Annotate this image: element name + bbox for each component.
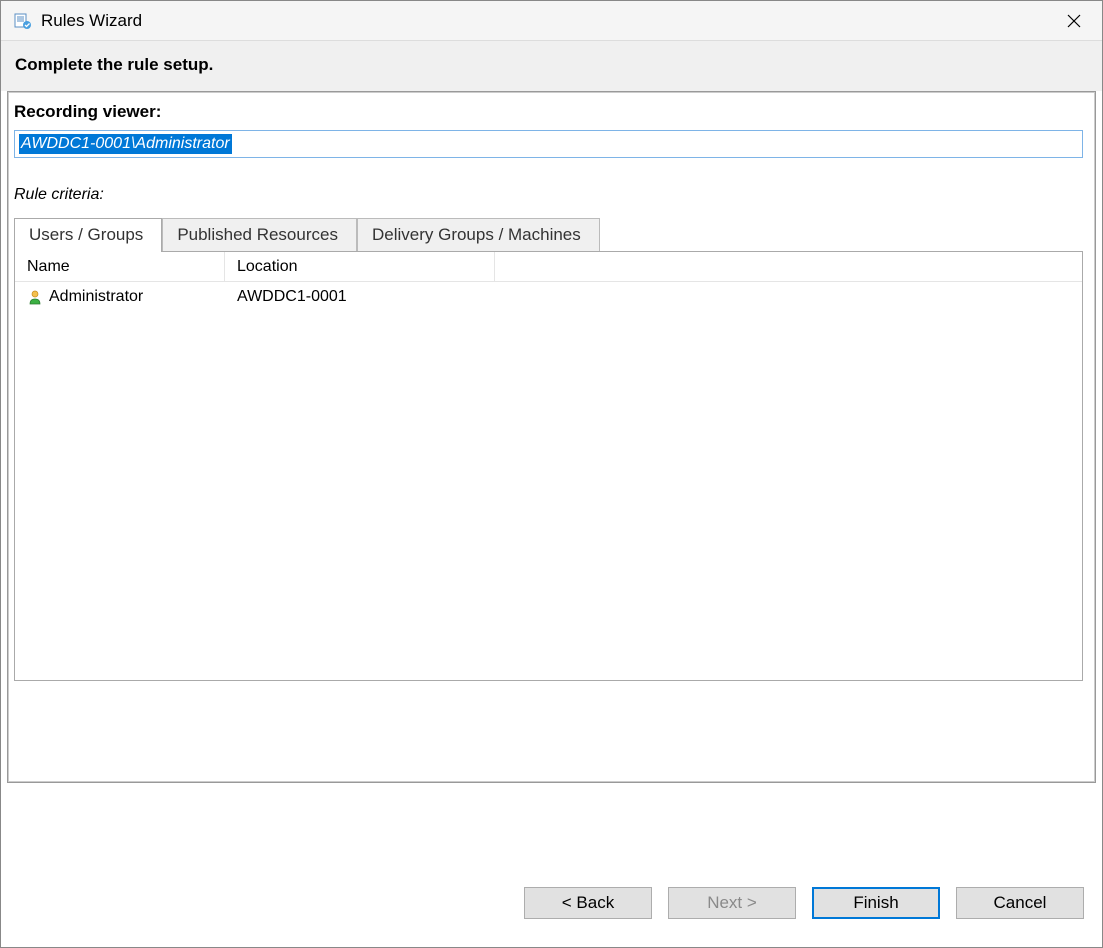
titlebar: Rules Wizard xyxy=(1,1,1102,41)
column-header-location[interactable]: Location xyxy=(225,252,495,281)
recording-viewer-label: Recording viewer: xyxy=(14,102,1089,122)
table-row[interactable]: Administrator AWDDC1-0001 xyxy=(15,282,1082,312)
cell-location: AWDDC1-0001 xyxy=(225,288,495,306)
column-header-name[interactable]: Name xyxy=(15,252,225,281)
next-button[interactable]: Next > xyxy=(668,887,796,919)
recording-viewer-value: AWDDC1-0001\Administrator xyxy=(19,134,232,154)
close-button[interactable] xyxy=(1054,1,1094,41)
wizard-step-title: Complete the rule setup. xyxy=(15,55,1091,75)
cell-name: Administrator xyxy=(15,288,225,306)
window-title: Rules Wizard xyxy=(41,11,1054,31)
tab-delivery-groups-machines[interactable]: Delivery Groups / Machines xyxy=(357,218,600,251)
user-icon xyxy=(27,289,43,305)
rule-criteria-label: Rule criteria: xyxy=(14,186,1089,204)
criteria-table: Name Location Administrator AWDDC1-0001 xyxy=(14,251,1083,681)
wizard-header: Complete the rule setup. xyxy=(1,41,1102,91)
criteria-tabs: Users / Groups Published Resources Deliv… xyxy=(14,218,1089,251)
tab-users-groups[interactable]: Users / Groups xyxy=(14,218,162,252)
wizard-footer: < Back Next > Finish Cancel xyxy=(1,783,1102,947)
wizard-content-panel: Recording viewer: AWDDC1-0001\Administra… xyxy=(7,91,1096,783)
cell-name-text: Administrator xyxy=(49,288,143,306)
back-button[interactable]: < Back xyxy=(524,887,652,919)
wizard-icon xyxy=(13,11,33,31)
finish-button[interactable]: Finish xyxy=(812,887,940,919)
cancel-button[interactable]: Cancel xyxy=(956,887,1084,919)
close-icon xyxy=(1067,14,1081,28)
table-header-row: Name Location xyxy=(15,252,1082,282)
recording-viewer-input[interactable]: AWDDC1-0001\Administrator xyxy=(14,130,1083,158)
tab-published-resources[interactable]: Published Resources xyxy=(162,218,357,251)
